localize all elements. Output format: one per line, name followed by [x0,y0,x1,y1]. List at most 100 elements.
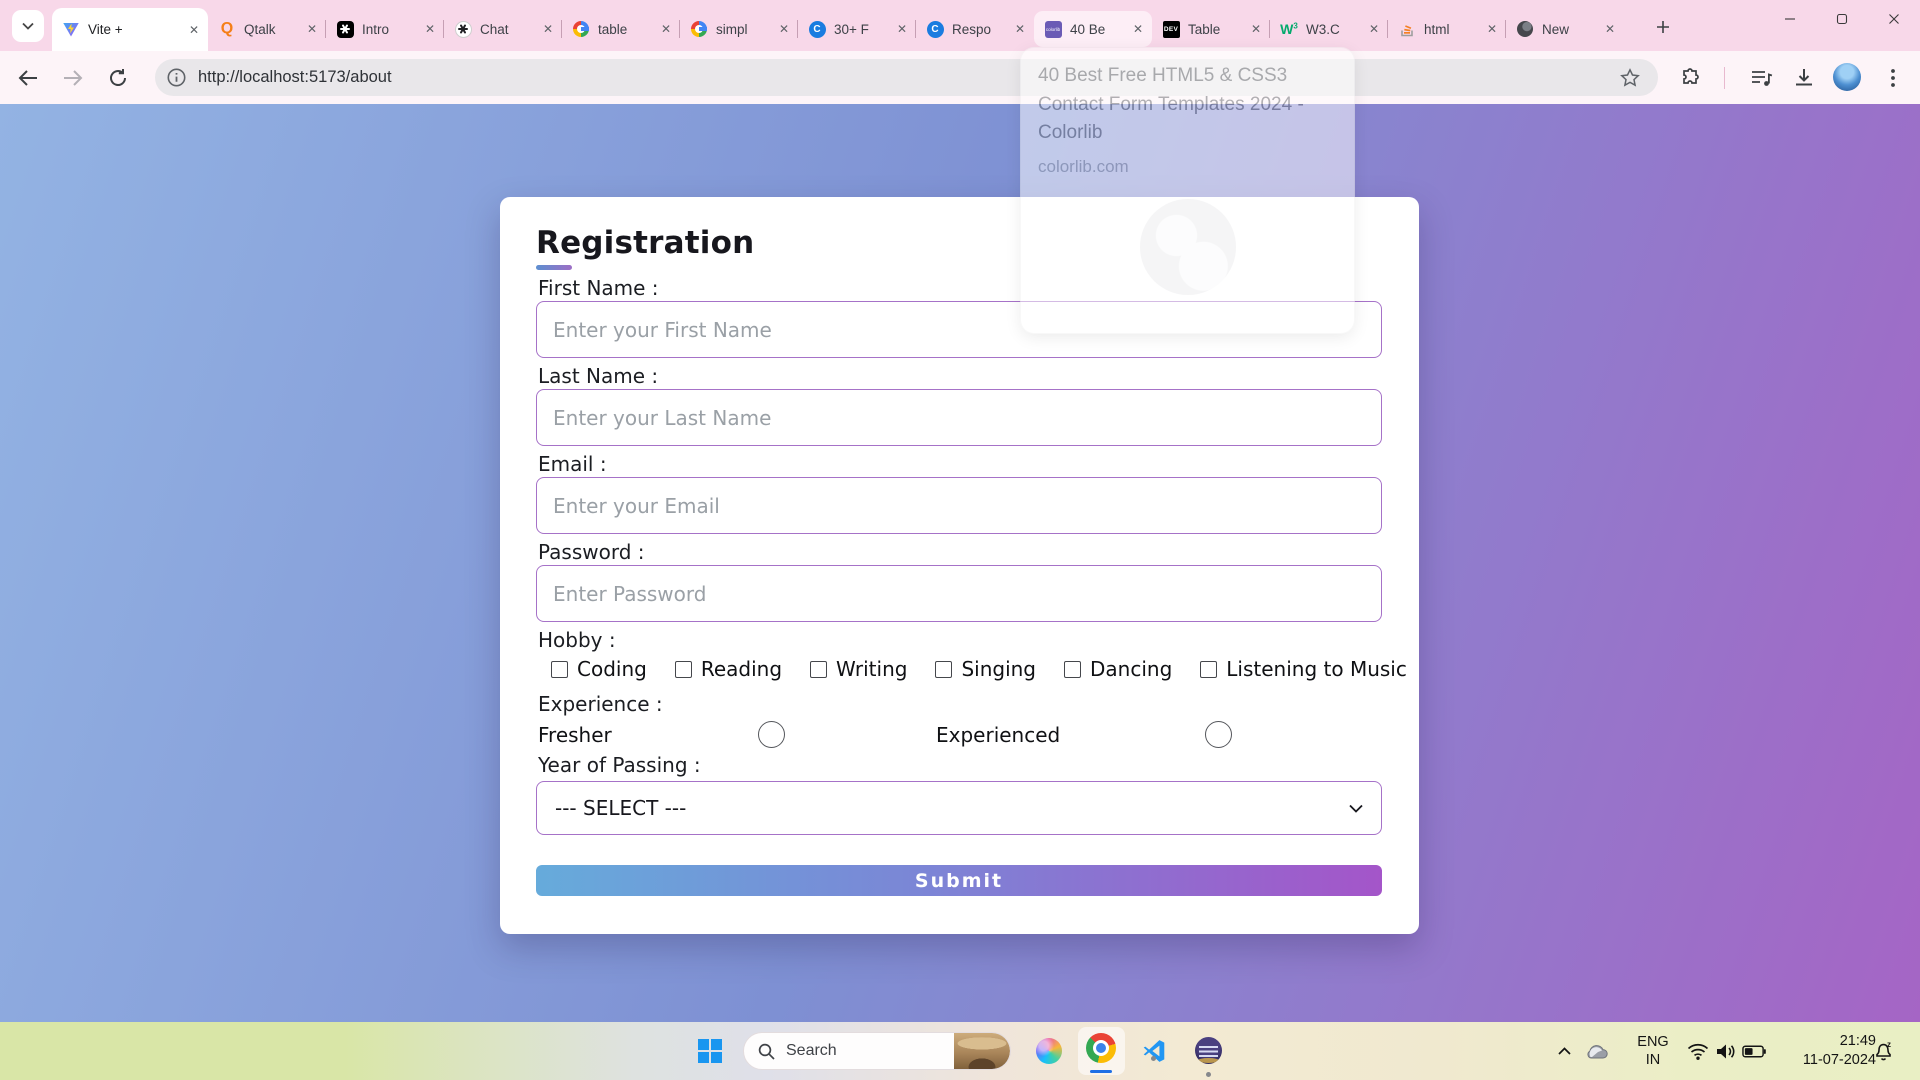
page-background: Registration First Name : Last Name : Em… [0,104,1920,1022]
submit-button[interactable]: Submit [536,865,1382,896]
fresher-radio[interactable] [758,721,785,748]
checkbox[interactable] [675,661,692,678]
reload-button[interactable] [105,65,131,91]
tab-search-button[interactable] [12,10,44,42]
checkbox[interactable] [1200,661,1217,678]
site-info-icon[interactable] [167,68,186,87]
hobby-option-singing[interactable]: Singing [935,657,1036,681]
hobby-option-reading[interactable]: Reading [675,657,782,681]
experienced-radio[interactable] [1205,721,1232,748]
tab-close-icon[interactable]: ✕ [540,21,556,37]
wifi-tray-icon[interactable] [1686,1039,1710,1063]
onedrive-tray-icon[interactable] [1585,1039,1609,1063]
tab-table[interactable]: table ✕ [562,11,680,47]
vscode-taskbar-button[interactable] [1141,1038,1167,1064]
tab-w3-c[interactable]: W3 W3.C ✕ [1270,11,1388,47]
checkbox[interactable] [1064,661,1081,678]
new-tab-button[interactable] [1648,12,1678,42]
tab-qtalk[interactable]: Q Qtalk ✕ [208,11,326,47]
openai-dark-favicon [336,20,354,38]
language-indicator[interactable]: ENG IN [1633,1033,1673,1069]
tab-close-icon[interactable]: ✕ [1484,21,1500,37]
tab-close-icon[interactable]: ✕ [658,21,674,37]
eclipse-taskbar-button[interactable] [1195,1037,1222,1064]
hobby-option-dancing[interactable]: Dancing [1064,657,1172,681]
vite-favicon [62,21,80,39]
tab-new[interactable]: New ✕ [1506,11,1624,47]
tab-close-icon[interactable]: ✕ [1366,21,1382,37]
tab-close-icon[interactable]: ✕ [776,21,792,37]
back-button[interactable] [15,65,41,91]
downloads-button[interactable] [1791,65,1817,91]
profile-avatar[interactable] [1833,63,1861,91]
tab-title: Intro [362,22,422,37]
experience-row: Fresher Experienced [538,721,1383,748]
address-bar[interactable]: http://localhost:5173/about [155,59,1658,96]
tab-40-be[interactable]: colorlib 40 Be ✕ [1034,11,1152,47]
tab-html[interactable]: html ✕ [1388,11,1506,47]
tab-30-f[interactable]: C 30+ F ✕ [798,11,916,47]
search-daily-image[interactable] [954,1032,1010,1070]
browser-menu-button[interactable] [1880,65,1906,91]
text-input[interactable] [536,477,1382,534]
tab-chat[interactable]: Chat ✕ [444,11,562,47]
close-window-button[interactable] [1868,0,1920,38]
svg-text:z: z [1887,1040,1891,1049]
stackoverflow-favicon [1398,20,1416,38]
volume-tray-icon[interactable] [1714,1039,1738,1063]
form-field: Password : [536,541,1383,622]
text-input[interactable] [536,389,1382,446]
copilot-icon[interactable] [1036,1038,1062,1064]
tab-close-icon[interactable]: ✕ [894,21,910,37]
maximize-button[interactable] [1816,0,1868,38]
hobby-option-writing[interactable]: Writing [810,657,907,681]
bookmark-star-button[interactable] [1620,68,1640,88]
url-text[interactable]: http://localhost:5173/about [198,68,392,87]
extensions-button[interactable] [1677,65,1703,91]
minimize-button[interactable] [1764,0,1816,38]
checkbox[interactable] [810,661,827,678]
chrome-taskbar-button[interactable] [1078,1027,1125,1075]
taskbar-search[interactable]: Search [743,1032,1011,1070]
checkbox[interactable] [551,661,568,678]
active-app-indicator [1090,1070,1112,1074]
text-input[interactable] [536,565,1382,622]
google-favicon [572,20,590,38]
tab-close-icon[interactable]: ✕ [422,21,438,37]
hobby-section-label: Hobby : [538,629,1383,651]
fresher-label: Fresher [538,723,758,747]
kebab-menu-icon [1891,69,1895,87]
checkbox[interactable] [935,661,952,678]
dev-favicon: DEV [1162,20,1180,38]
preview-domain: colorlib.com [1038,157,1337,177]
taskbar-clock[interactable]: 21:49 11-07-2024 [1770,1032,1876,1070]
tab-title: table [598,22,658,37]
tab-close-icon[interactable]: ✕ [186,22,202,38]
puzzle-icon [1680,68,1701,89]
tab-intro[interactable]: Intro ✕ [326,11,444,47]
year-select-value: --- SELECT --- [555,796,686,820]
windows-start-button[interactable] [698,1039,722,1063]
hobby-option-listening-to-music[interactable]: Listening to Music [1200,657,1407,681]
tab-title: New [1542,22,1602,37]
tab-vite-[interactable]: Vite + ✕ [52,8,208,51]
notifications-tray-icon[interactable]: z [1872,1039,1896,1063]
download-icon [1794,68,1814,88]
tab-close-icon[interactable]: ✕ [304,21,320,37]
forward-button[interactable] [60,65,86,91]
tab-simpl[interactable]: simpl ✕ [680,11,798,47]
hobby-label: Listening to Music [1226,657,1407,681]
tab-close-icon[interactable]: ✕ [1602,21,1618,37]
cloud-icon [1585,1043,1609,1059]
tab-close-icon[interactable]: ✕ [1130,21,1146,37]
tab-close-icon[interactable]: ✕ [1012,21,1028,37]
tab-respo[interactable]: C Respo ✕ [916,11,1034,47]
tray-expand-button[interactable] [1552,1039,1576,1063]
media-controls-button[interactable] [1749,65,1775,91]
hobby-option-coding[interactable]: Coding [551,657,647,681]
battery-tray-icon[interactable] [1742,1039,1766,1063]
tab-table[interactable]: DEV Table ✕ [1152,11,1270,47]
year-select[interactable]: --- SELECT --- [536,781,1382,835]
tab-close-icon[interactable]: ✕ [1248,21,1264,37]
w3schools-favicon: W3 [1280,20,1298,38]
